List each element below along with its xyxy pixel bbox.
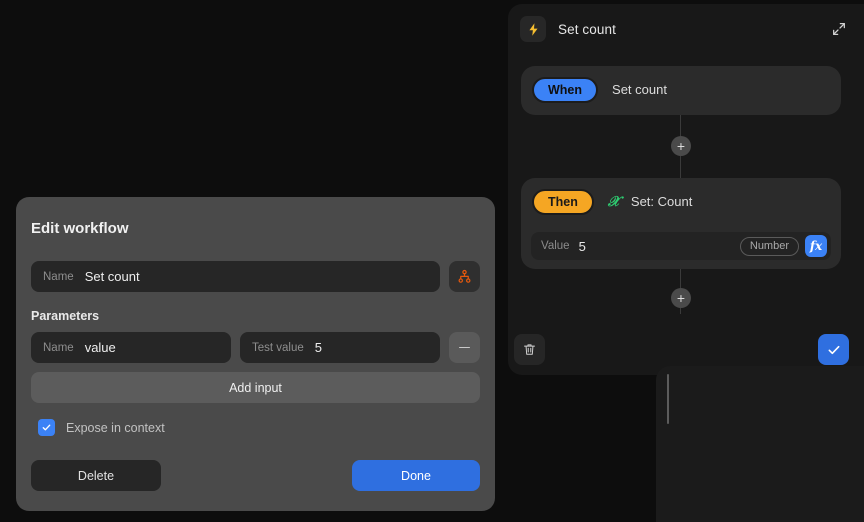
workflow-node-then[interactable]: Then 𝒳 Set: Count Value 5 Number fx	[521, 178, 841, 269]
scroll-caret[interactable]	[667, 374, 669, 424]
minus-icon[interactable]	[449, 332, 480, 363]
delete-button[interactable]: Delete	[31, 460, 161, 491]
parameter-name-value[interactable]: value	[85, 340, 116, 355]
expose-in-context-label: Expose in context	[66, 420, 165, 435]
then-pill[interactable]: Then	[532, 188, 594, 215]
workflow-name-value[interactable]: Set count	[85, 269, 140, 284]
dialog-title: Edit workflow	[31, 220, 129, 237]
add-node-button-bottom[interactable]: +	[671, 288, 691, 308]
when-pill[interactable]: When	[532, 76, 599, 103]
lower-panel-surface	[656, 366, 864, 522]
workflow-name-row: Name Set count	[31, 261, 480, 292]
when-node-header: When Set count	[521, 66, 841, 113]
formula-fx-button[interactable]: fx	[805, 235, 827, 257]
parameter-row: Name value Test value 5	[31, 332, 480, 363]
parameter-test-value-value[interactable]: 5	[315, 340, 322, 355]
then-value-row[interactable]: Value 5 Number fx	[531, 232, 831, 260]
workflow-name-label: Name	[43, 270, 74, 283]
value-field-label: Value	[541, 240, 570, 252]
parameter-name-label: Name	[43, 341, 74, 354]
app-root: Set count + + When Set count Then 𝒳 Set:…	[0, 0, 864, 522]
workflow-header: Set count	[508, 4, 864, 54]
minus-glyph	[459, 346, 470, 349]
then-node-label: Set: Count	[630, 194, 693, 209]
workflow-name-input[interactable]: Name Set count	[31, 261, 440, 292]
when-node-label: Set count	[612, 82, 667, 97]
parameter-test-value-label: Test value	[252, 341, 304, 354]
workflow-title: Set count	[558, 21, 616, 37]
hierarchy-icon[interactable]	[449, 261, 480, 292]
trash-icon[interactable]	[514, 334, 545, 365]
variable-x-icon: 𝒳	[607, 193, 620, 210]
value-field-value[interactable]: 5	[579, 239, 586, 254]
check-icon[interactable]	[818, 334, 849, 365]
expose-in-context-row[interactable]: Expose in context	[38, 419, 165, 436]
parameter-name-input[interactable]: Name value	[31, 332, 231, 363]
lightning-bolt-icon	[520, 16, 546, 42]
done-button[interactable]: Done	[352, 460, 480, 491]
parameter-test-value-input[interactable]: Test value 5	[240, 332, 440, 363]
add-input-button[interactable]: Add input	[31, 372, 480, 403]
parameters-heading: Parameters	[31, 309, 100, 323]
expose-in-context-checkbox[interactable]	[38, 419, 55, 436]
then-node-header: Then 𝒳 Set: Count	[521, 178, 841, 225]
workflow-node-when[interactable]: When Set count	[521, 66, 841, 115]
add-node-button-top[interactable]: +	[671, 136, 691, 156]
value-type-badge[interactable]: Number	[739, 236, 799, 256]
expand-arrows-icon[interactable]	[828, 18, 850, 40]
